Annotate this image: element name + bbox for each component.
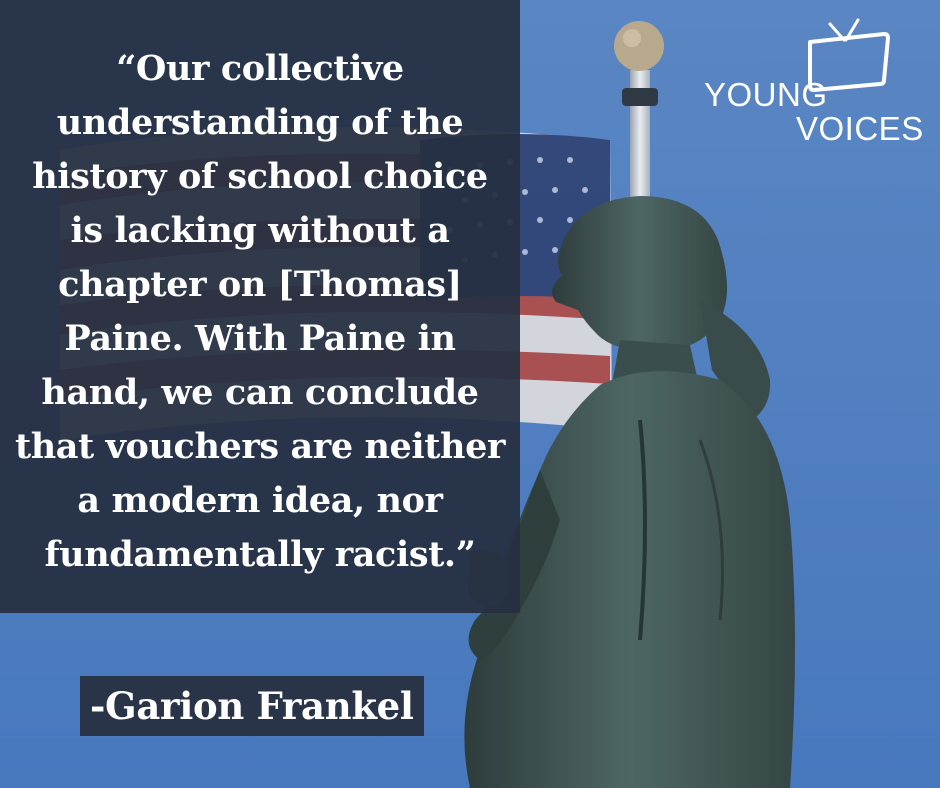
logo-text-young: YOUNG [704,76,828,113]
young-voices-logo: YOUNG VOICES [700,18,930,148]
quote-panel: “Our collective understanding of the his… [0,0,520,613]
quote-text: “Our collective understanding of the his… [14,47,506,575]
author-name: -Garion Frankel [90,684,414,728]
quote-card: “Our collective understanding of the his… [0,0,940,788]
author-label: -Garion Frankel [80,676,424,736]
logo-text-voices: VOICES [796,110,924,147]
